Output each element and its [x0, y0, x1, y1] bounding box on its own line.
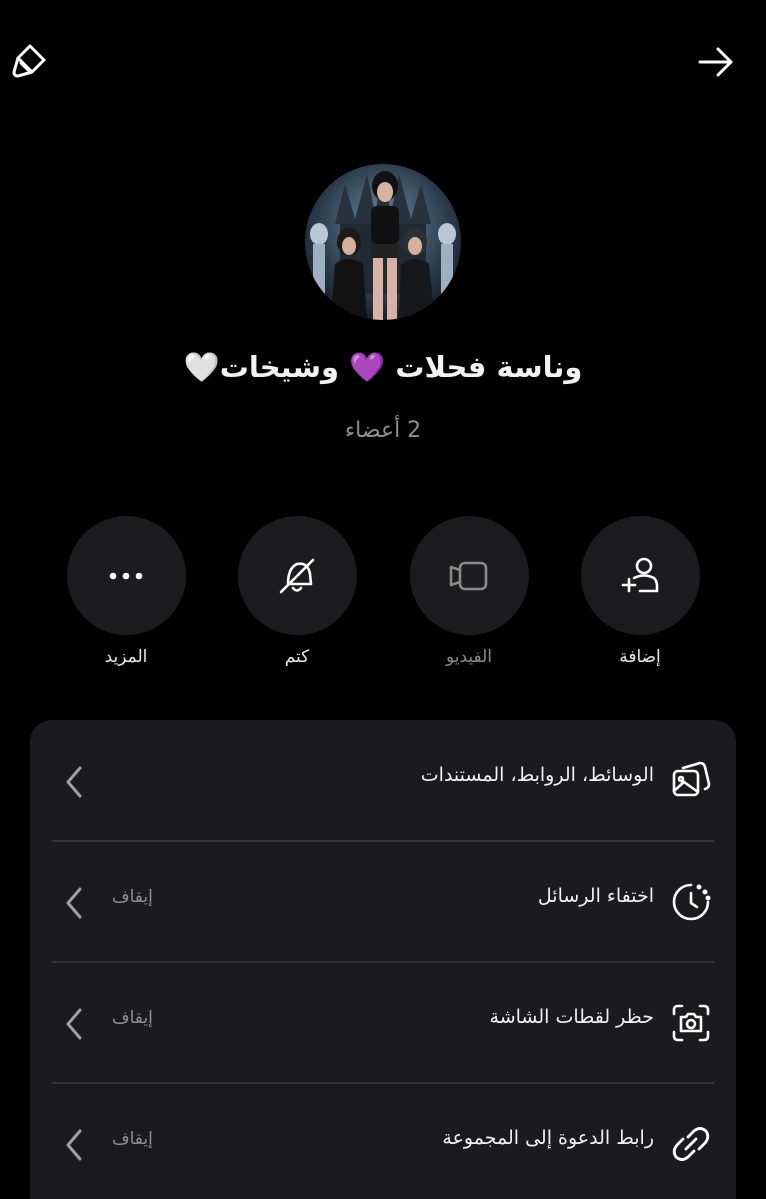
settings-card: الوسائط، الروابط، المستندات اختفاء الرسا…	[30, 720, 736, 1199]
edit-button[interactable]	[6, 38, 54, 86]
back-button[interactable]	[692, 38, 740, 86]
action-buttons: إضافة الفيديو كتم المزيد	[0, 516, 766, 676]
group-name[interactable]: وناسة فحلات 💜 وشيخات🤍	[0, 350, 766, 385]
member-count[interactable]: 2 أعضاء	[0, 418, 766, 443]
video-call-label: الفيديو	[445, 647, 493, 667]
row-group-invite-link[interactable]: رابط الدعوة إلى المجموعة إيقاف	[30, 1083, 736, 1199]
row-value: إيقاف	[112, 1129, 153, 1149]
add-user-icon	[621, 557, 659, 592]
chevron-left-icon	[62, 885, 88, 921]
more-circle[interactable]	[66, 516, 186, 635]
row-media-links-docs[interactable]: الوسائط، الروابط، المستندات	[30, 720, 736, 841]
chevron-left-icon	[62, 1127, 88, 1163]
chevron-left-icon	[62, 1006, 88, 1042]
video-icon	[449, 561, 488, 590]
row-disappearing-messages[interactable]: اختفاء الرسائل إيقاف	[30, 841, 736, 962]
link-icon	[670, 1123, 712, 1165]
timer-icon	[670, 881, 712, 923]
mute-button[interactable]: كتم	[237, 516, 357, 667]
row-block-screenshots[interactable]: حظر لقطات الشاشة إيقاف	[30, 962, 736, 1083]
row-label: الوسائط، الروابط، المستندات	[420, 764, 654, 786]
more-dots-icon	[109, 572, 143, 579]
avatar-image	[305, 164, 461, 320]
mute-circle[interactable]	[237, 516, 357, 635]
add-member-button[interactable]: إضافة	[580, 516, 700, 667]
mute-label: كتم	[284, 647, 310, 667]
pencil-icon	[12, 44, 46, 78]
row-label: حظر لقطات الشاشة	[489, 1006, 654, 1028]
add-member-circle[interactable]	[580, 516, 700, 635]
video-call-button[interactable]: الفيديو	[409, 516, 529, 667]
bell-off-icon	[279, 558, 315, 593]
group-avatar[interactable]	[305, 164, 461, 320]
row-value: إيقاف	[112, 887, 153, 907]
row-label: اختفاء الرسائل	[537, 885, 654, 907]
row-value: إيقاف	[112, 1008, 153, 1028]
more-button[interactable]: المزيد	[66, 516, 186, 667]
video-call-circle[interactable]	[409, 516, 529, 635]
group-info-screen: وناسة فحلات 💜 وشيخات🤍 2 أعضاء إضافة الفي…	[0, 0, 766, 1199]
chevron-left-icon	[62, 764, 88, 800]
row-label: رابط الدعوة إلى المجموعة	[442, 1127, 654, 1149]
arrow-right-icon	[698, 47, 733, 77]
more-label: المزيد	[104, 647, 148, 667]
media-icon	[670, 760, 712, 802]
add-member-label: إضافة	[619, 647, 661, 667]
screenshot-camera-icon	[670, 1002, 712, 1044]
